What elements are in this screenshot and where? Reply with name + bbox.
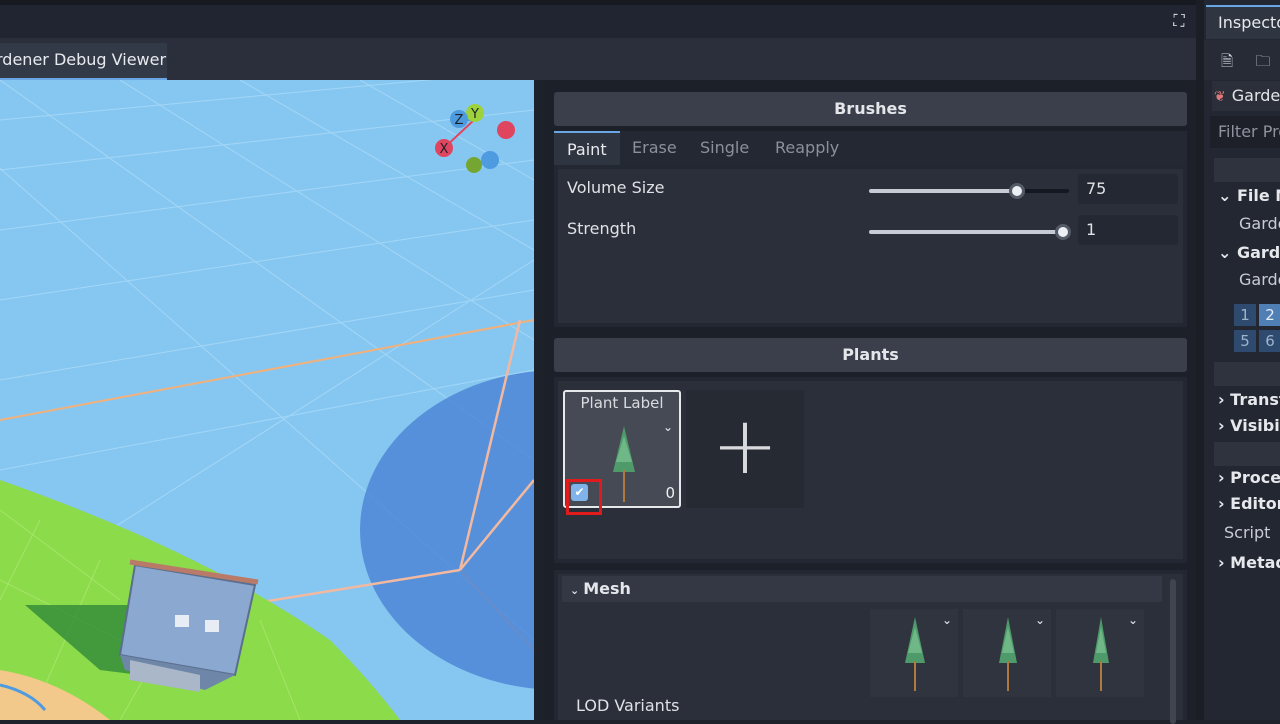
chevron-down-icon[interactable]: ⌄ <box>663 420 673 434</box>
tree-icon <box>999 617 1017 691</box>
inspector-category-bar <box>1214 442 1280 466</box>
plants-header: Plants <box>554 338 1187 372</box>
filter-properties-input[interactable]: Filter Properties <box>1210 116 1280 148</box>
tab-erase[interactable]: Erase <box>632 131 677 165</box>
top-strip <box>0 0 1200 5</box>
script-property[interactable]: Script <box>1224 523 1270 542</box>
plants-list: Plant Label ⌄ 0 ✔ + <box>554 377 1187 563</box>
lod-variant-slot[interactable]: ⌄ <box>963 609 1051 697</box>
brush-settings: Volume Size 75 Strength 1 <box>554 165 1187 327</box>
inspector-node-row[interactable]: ❦ Gardener <box>1212 81 1280 111</box>
strength-slider[interactable] <box>869 224 1071 240</box>
chevron-down-icon[interactable]: ⌄ <box>1035 613 1045 627</box>
new-resource-icon[interactable]: 🗎 <box>1218 52 1236 70</box>
strength-label: Strength <box>567 219 637 238</box>
layer-cell-2[interactable]: 2 <box>1259 304 1280 326</box>
node-name: Gardener <box>1231 86 1280 105</box>
strength-value[interactable]: 1 <box>1078 215 1178 245</box>
brushes-header: Brushes <box>554 92 1187 126</box>
lod-variant-slot[interactable]: ⌄ <box>870 609 958 697</box>
gardener-panel: Brushes Paint Erase Single Reapply Volum… <box>545 80 1195 724</box>
inspector-category-bar <box>1214 158 1280 182</box>
lod-variants-label: LOD Variants <box>576 696 680 715</box>
volume-size-slider[interactable] <box>869 183 1069 199</box>
tree-icon <box>613 426 635 502</box>
gizmo-x-label: X <box>440 142 449 157</box>
tab-reapply[interactable]: Reapply <box>775 131 839 165</box>
inspector-category-bar <box>1214 362 1280 386</box>
chevron-down-icon[interactable]: ⌄ <box>942 613 952 627</box>
section-label: Proces <box>1230 468 1280 487</box>
plant-node-icon: ❦ <box>1214 89 1226 105</box>
chevron-down-icon[interactable]: ⌄ <box>1128 613 1138 627</box>
section-process[interactable]: › Proces <box>1218 468 1280 487</box>
tab-single[interactable]: Single <box>700 131 749 165</box>
tree-icon <box>905 617 925 691</box>
section-editor[interactable]: › Editor <box>1218 494 1280 513</box>
tab-inspector[interactable]: Inspector <box>1206 5 1280 39</box>
section-file-m[interactable]: ⌄ File M <box>1218 186 1280 205</box>
add-plant-button[interactable]: + <box>686 390 804 508</box>
viewport-scene: X Y Z <box>0 80 534 720</box>
inspector-dock: Inspector 🗎 🗀 ❦ Gardener Filter Propertie… <box>1204 0 1280 720</box>
layer-cell-1[interactable]: 1 <box>1234 304 1256 326</box>
mesh-section: ⌄ Mesh ⌄ ⌄ ⌄ LOD Variants <box>554 570 1187 724</box>
section-transform[interactable]: › Transf <box>1218 390 1280 409</box>
tab-debug-viewer[interactable]: rdener Debug Viewer <box>0 43 167 80</box>
property-garde-1[interactable]: Garde <box>1239 214 1280 233</box>
section-label: File M <box>1236 186 1280 205</box>
section-label: Metad <box>1230 553 1280 572</box>
strength-grabber[interactable] <box>1055 224 1071 240</box>
brush-tabs: Paint Erase Single Reapply <box>554 131 1187 165</box>
gizmo-y-label: Y <box>470 107 479 122</box>
tree-icon <box>1093 617 1109 691</box>
volume-size-value[interactable]: 75 <box>1078 174 1178 204</box>
section-metadata[interactable]: › Metad <box>1218 553 1280 572</box>
plant-card[interactable]: Plant Label ⌄ 0 ✔ <box>563 390 681 515</box>
layer-cell-6[interactable]: 6 <box>1259 330 1280 352</box>
mesh-title: Mesh <box>583 579 631 598</box>
plant-count: 0 <box>665 484 675 502</box>
viewer-tab-bar: rdener Debug Viewer <box>0 38 1200 80</box>
section-label: Garde <box>1236 243 1280 262</box>
section-garde[interactable]: ⌄ Garde <box>1218 243 1280 262</box>
volume-size-label: Volume Size <box>567 178 665 197</box>
section-label: Transf <box>1230 390 1280 409</box>
3d-viewport[interactable]: X Y Z <box>0 80 534 720</box>
fullscreen-icon[interactable]: ⛶ <box>1168 10 1190 32</box>
brush-disc <box>360 371 534 689</box>
strength-fill <box>869 230 1063 234</box>
volume-size-grabber[interactable] <box>1009 183 1025 199</box>
volume-size-fill <box>869 189 1017 193</box>
chevron-down-icon: ⌄ <box>570 584 580 597</box>
section-label: Visibil <box>1230 416 1280 435</box>
panel-divider[interactable] <box>1196 0 1204 720</box>
highlight-frame <box>566 479 602 515</box>
mesh-scrollbar[interactable] <box>1170 579 1176 724</box>
plant-card-label: Plant Label <box>580 394 664 412</box>
tab-paint[interactable]: Paint <box>554 131 620 165</box>
property-garde-2[interactable]: Garde <box>1239 270 1280 289</box>
mesh-header[interactable]: ⌄ Mesh <box>562 576 1162 602</box>
layer-cell-5[interactable]: 5 <box>1234 330 1256 352</box>
gizmo-z-label: Z <box>455 113 464 128</box>
top-bar: ⛶ <box>0 0 1200 38</box>
section-label: Editor <box>1230 494 1280 513</box>
section-visibility[interactable]: › Visibil <box>1218 416 1280 435</box>
lod-variant-slot[interactable]: ⌄ <box>1056 609 1144 697</box>
open-folder-icon[interactable]: 🗀 <box>1254 52 1272 70</box>
